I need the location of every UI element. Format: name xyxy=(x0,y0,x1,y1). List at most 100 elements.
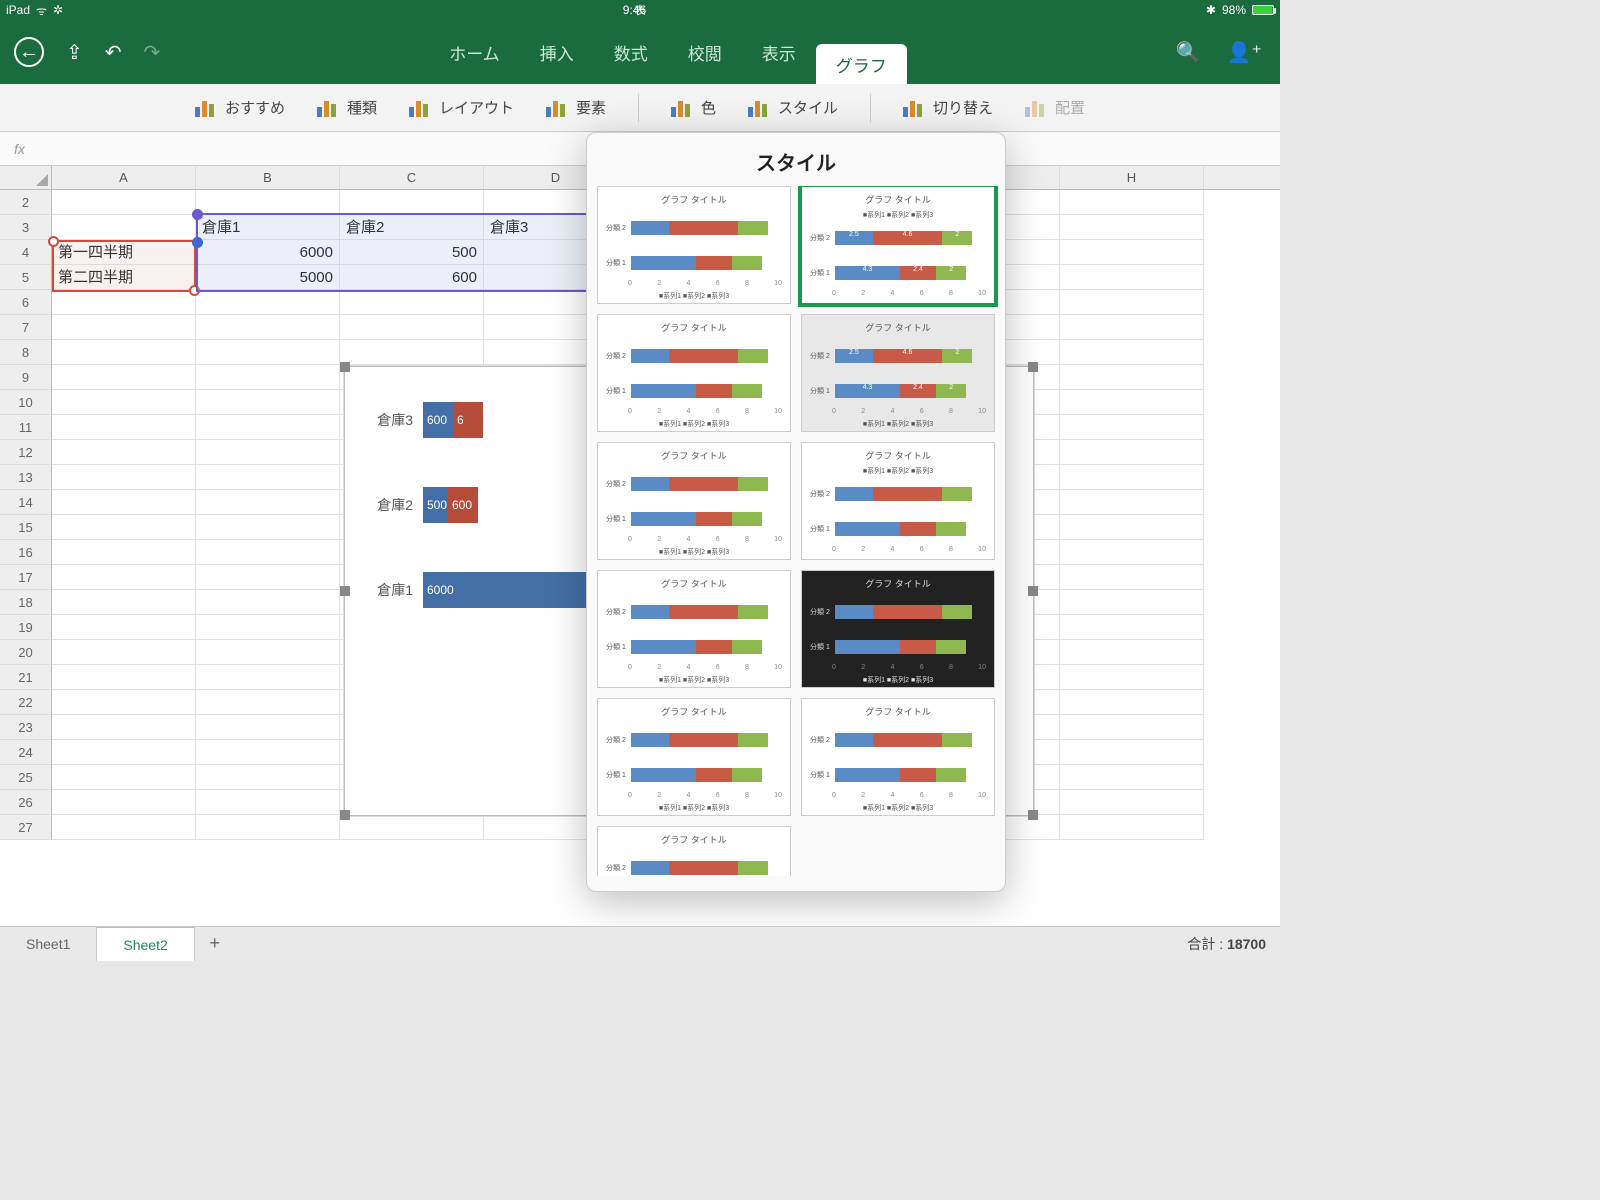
cell[interactable] xyxy=(1060,665,1204,690)
row-header[interactable]: 10 xyxy=(0,390,52,415)
cell[interactable] xyxy=(196,790,340,815)
cell[interactable] xyxy=(1060,215,1204,240)
cell[interactable] xyxy=(196,465,340,490)
col-header-C[interactable]: C xyxy=(340,166,484,189)
cell[interactable] xyxy=(196,390,340,415)
cell[interactable] xyxy=(1060,590,1204,615)
style-thumbnail[interactable]: グラフ タイトル分類 2分類 10246810■系列1 ■系列2 ■系列3 xyxy=(597,826,791,876)
cell[interactable] xyxy=(52,490,196,515)
cell[interactable] xyxy=(1060,815,1204,840)
cell[interactable] xyxy=(340,290,484,315)
sheet-tab-Sheet2[interactable]: Sheet2 xyxy=(97,927,194,961)
style-thumbnail[interactable]: グラフ タイトル分類 2分類 10246810■系列1 ■系列2 ■系列3 xyxy=(597,570,791,688)
row-header[interactable]: 12 xyxy=(0,440,52,465)
row-header[interactable]: 21 xyxy=(0,665,52,690)
row-header[interactable]: 20 xyxy=(0,640,52,665)
cell[interactable] xyxy=(196,765,340,790)
cell[interactable] xyxy=(196,565,340,590)
cell[interactable] xyxy=(52,365,196,390)
cell[interactable]: 倉庫2 xyxy=(340,215,484,240)
cell[interactable] xyxy=(196,315,340,340)
cell[interactable] xyxy=(52,665,196,690)
tab-グラフ[interactable]: グラフ xyxy=(816,44,907,84)
cell[interactable] xyxy=(52,790,196,815)
style-thumbnail[interactable]: グラフ タイトル分類 2分類 10246810■系列1 ■系列2 ■系列3 xyxy=(597,314,791,432)
row-header[interactable]: 9 xyxy=(0,365,52,390)
cell[interactable] xyxy=(52,215,196,240)
row-header[interactable]: 8 xyxy=(0,340,52,365)
row-header[interactable]: 7 xyxy=(0,315,52,340)
cell[interactable] xyxy=(196,715,340,740)
cell[interactable] xyxy=(196,365,340,390)
row-header[interactable]: 14 xyxy=(0,490,52,515)
cell[interactable] xyxy=(52,540,196,565)
row-header[interactable]: 3 xyxy=(0,215,52,240)
cell[interactable] xyxy=(1060,290,1204,315)
cell[interactable] xyxy=(1060,765,1204,790)
cell[interactable] xyxy=(196,815,340,840)
cell[interactable] xyxy=(52,640,196,665)
row-header[interactable]: 11 xyxy=(0,415,52,440)
cell[interactable] xyxy=(340,315,484,340)
cell[interactable] xyxy=(196,640,340,665)
row-header[interactable]: 2 xyxy=(0,190,52,215)
cell[interactable] xyxy=(1060,240,1204,265)
cell[interactable] xyxy=(1060,515,1204,540)
ribbon-おすすめ[interactable]: おすすめ xyxy=(195,97,285,118)
row-header[interactable]: 19 xyxy=(0,615,52,640)
cell[interactable] xyxy=(196,515,340,540)
cell[interactable] xyxy=(1060,415,1204,440)
cell[interactable] xyxy=(340,815,484,840)
row-header[interactable]: 26 xyxy=(0,790,52,815)
cell[interactable] xyxy=(196,190,340,215)
cell[interactable] xyxy=(1060,465,1204,490)
resize-handle[interactable] xyxy=(340,810,350,820)
select-all-corner[interactable] xyxy=(0,166,52,189)
cell[interactable] xyxy=(196,740,340,765)
style-thumbnail[interactable]: グラフ タイトル分類 2分類 10246810■系列1 ■系列2 ■系列3 xyxy=(597,186,791,304)
undo-icon[interactable]: ↶ xyxy=(105,40,122,65)
row-header[interactable]: 18 xyxy=(0,590,52,615)
row-header[interactable]: 5 xyxy=(0,265,52,290)
row-header[interactable]: 13 xyxy=(0,465,52,490)
cell[interactable] xyxy=(196,665,340,690)
cell[interactable] xyxy=(196,615,340,640)
cell[interactable] xyxy=(1060,440,1204,465)
cell[interactable] xyxy=(52,315,196,340)
cell[interactable] xyxy=(52,515,196,540)
cell[interactable] xyxy=(52,390,196,415)
cell[interactable] xyxy=(52,440,196,465)
share-user-icon[interactable]: 👤⁺ xyxy=(1227,40,1262,65)
cell[interactable] xyxy=(1060,740,1204,765)
sheet-tab-Sheet1[interactable]: Sheet1 xyxy=(0,927,97,961)
cell[interactable]: 倉庫1 xyxy=(196,215,340,240)
style-thumbnail[interactable]: グラフ タイトル■系列1 ■系列2 ■系列3分類 22.54.62分類 14.3… xyxy=(801,186,995,304)
cell[interactable] xyxy=(1060,390,1204,415)
resize-handle[interactable] xyxy=(1028,810,1038,820)
cell[interactable] xyxy=(340,190,484,215)
col-header-A[interactable]: A xyxy=(52,166,196,189)
row-header[interactable]: 23 xyxy=(0,715,52,740)
cell[interactable] xyxy=(1060,565,1204,590)
cell[interactable] xyxy=(52,415,196,440)
row-header[interactable]: 4 xyxy=(0,240,52,265)
cell[interactable] xyxy=(196,540,340,565)
cell[interactable] xyxy=(52,290,196,315)
cell[interactable] xyxy=(196,490,340,515)
cell[interactable] xyxy=(1060,690,1204,715)
style-thumbnail[interactable]: グラフ タイトル分類 22.54.62分類 14.32.420246810■系列… xyxy=(801,314,995,432)
add-sheet-button[interactable]: + xyxy=(195,933,235,954)
search-icon[interactable]: 🔍 xyxy=(1176,40,1201,65)
ribbon-切り替え[interactable]: 切り替え xyxy=(903,97,993,118)
tab-表示[interactable]: 表示 xyxy=(742,20,816,84)
ribbon-要素[interactable]: 要素 xyxy=(546,97,606,118)
tab-ホーム[interactable]: ホーム xyxy=(429,20,520,84)
cell[interactable] xyxy=(52,715,196,740)
style-thumbnail[interactable]: グラフ タイトル分類 2分類 10246810■系列1 ■系列2 ■系列3 xyxy=(801,698,995,816)
cell[interactable] xyxy=(1060,315,1204,340)
row-header[interactable]: 22 xyxy=(0,690,52,715)
style-thumbnail[interactable]: グラフ タイトル分類 2分類 10246810■系列1 ■系列2 ■系列3 xyxy=(801,570,995,688)
cell[interactable]: 5000 xyxy=(196,265,340,290)
cell[interactable] xyxy=(52,615,196,640)
cell[interactable] xyxy=(52,465,196,490)
